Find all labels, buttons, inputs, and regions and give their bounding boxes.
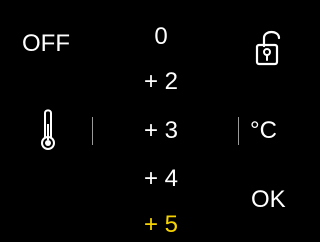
offset-value-list[interactable]: 0 + 2 + 3 + 4 + 5 [126,0,196,242]
value-item-plus-3[interactable]: + 3 [126,119,196,143]
temperature-offset-screen: OFF 0 + 2 + 3 + 4 + 5 °C OK [0,0,320,242]
value-item-plus-4[interactable]: + 4 [126,167,196,191]
unit-celsius-label: °C [250,117,277,144]
value-item-0[interactable]: 0 [126,25,196,49]
left-divider [92,117,93,145]
value-item-plus-2[interactable]: + 2 [126,70,196,94]
off-button[interactable]: OFF [22,32,70,56]
ok-button[interactable]: OK [251,188,286,212]
value-item-plus-5-selected[interactable]: + 5 [126,213,196,237]
thermometer-icon [38,108,58,152]
right-divider [238,117,239,145]
unlocked-padlock-icon[interactable] [254,26,282,66]
